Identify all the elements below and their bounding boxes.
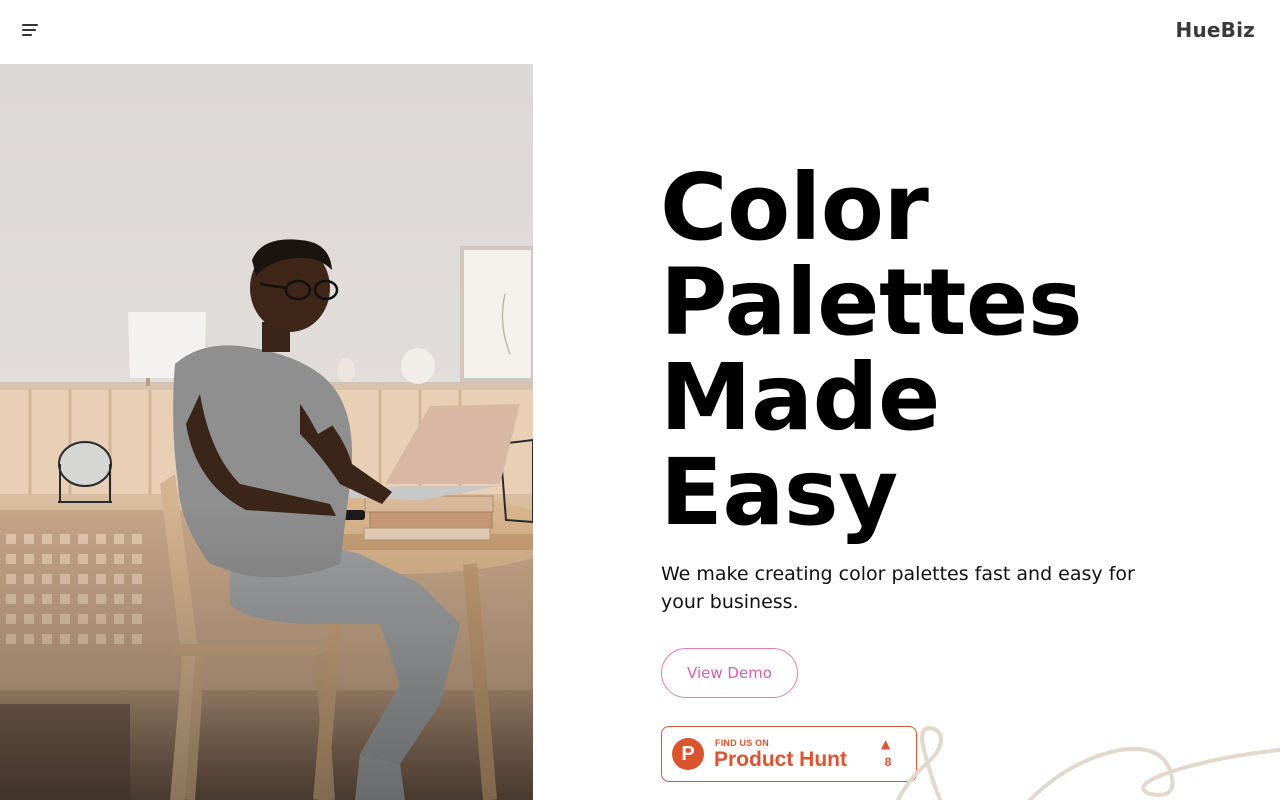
- top-navigation-bar: HueBiz: [0, 0, 1280, 64]
- hero-title-line: Made: [660, 344, 940, 451]
- hero-photo: [0, 64, 533, 800]
- product-hunt-logo-icon: P: [672, 738, 704, 770]
- brand-logo[interactable]: HueBiz: [1176, 18, 1255, 42]
- product-hunt-badge[interactable]: P FIND US ON Product Hunt ▲ 8: [661, 726, 917, 782]
- view-demo-button[interactable]: View Demo: [661, 648, 798, 698]
- decorative-squiggle-icon: [896, 725, 1280, 800]
- hero-title: Color Palettes Made Easy: [660, 154, 1083, 546]
- upvote-triangle-icon: ▲: [881, 737, 891, 751]
- hero-subtitle: We make creating color palettes fast and…: [661, 563, 1135, 613]
- upvote-count: 8: [884, 755, 892, 769]
- hamburger-menu-icon[interactable]: [22, 24, 42, 40]
- product-hunt-small-label: FIND US ON: [715, 738, 770, 748]
- hero-title-line: Easy: [660, 439, 898, 546]
- product-hunt-name: Product Hunt: [714, 748, 847, 771]
- hero-title-line: Color: [660, 154, 929, 261]
- hero-title-line: Palettes: [660, 249, 1083, 356]
